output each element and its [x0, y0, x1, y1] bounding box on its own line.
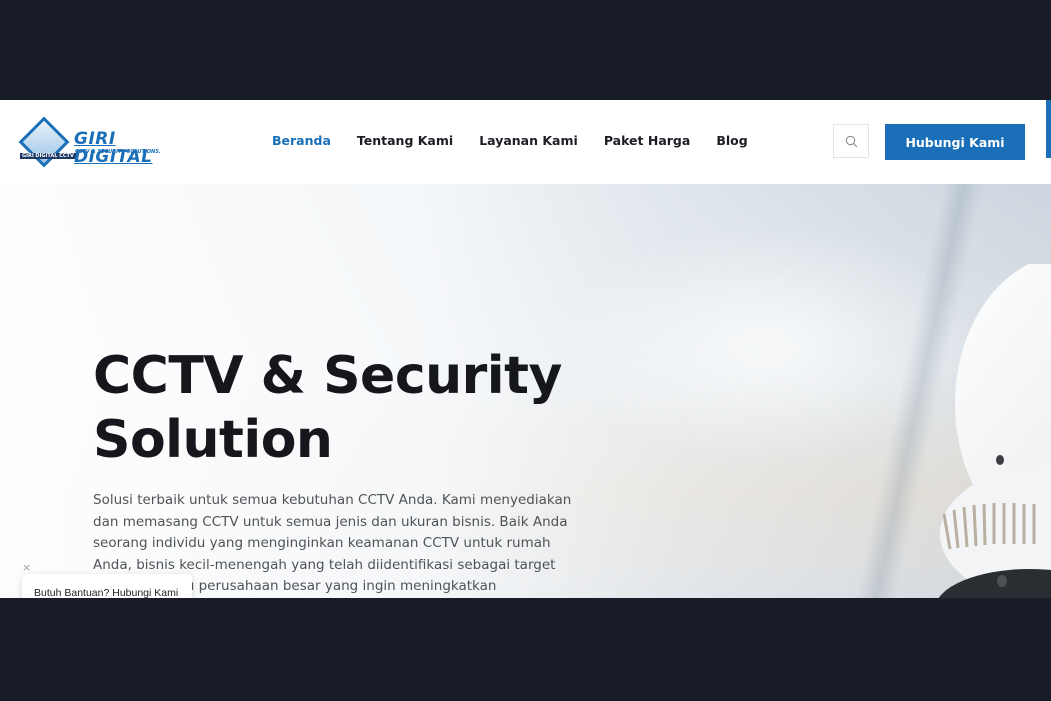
- main-nav: Beranda Tentang Kami Layanan Kami Paket …: [272, 133, 774, 148]
- whatsapp-prompt-bubble[interactable]: Butuh Bantuan? Hubungi Kami: [22, 574, 192, 598]
- site-logo[interactable]: GIRI DIGITAL CCTV GIRI DIGITAL CCTV & SE…: [18, 116, 170, 168]
- hero-title: CCTV & Security Solution: [93, 344, 613, 472]
- search-button[interactable]: [833, 124, 869, 158]
- logo-tagline: CCTV & SECURITY SOLUTIONS.: [75, 149, 161, 155]
- hero-title-line-1: CCTV & Security: [93, 346, 562, 406]
- hero-section: CCTV & Security Solution Solusi terbaik …: [0, 184, 1051, 598]
- hero-title-line-2: Solution: [93, 410, 333, 470]
- whatsapp-close-button[interactable]: ×: [22, 561, 31, 574]
- edge-accent-bar: [1046, 100, 1051, 158]
- viewport-frame: GIRI DIGITAL CCTV GIRI DIGITAL CCTV & SE…: [0, 0, 1051, 701]
- site-header: GIRI DIGITAL CCTV GIRI DIGITAL CCTV & SE…: [0, 100, 1051, 184]
- logo-diamond-icon: [18, 116, 70, 168]
- nav-item-tentang-kami[interactable]: Tentang Kami: [357, 133, 453, 148]
- cctv-camera-image: [938, 264, 1051, 598]
- logo-brand-name: GIRI DIGITAL: [74, 129, 153, 167]
- logo-badge-text: GIRI DIGITAL CCTV: [20, 153, 76, 159]
- nav-item-paket-harga[interactable]: Paket Harga: [604, 133, 691, 148]
- nav-item-layanan-kami[interactable]: Layanan Kami: [479, 133, 578, 148]
- contact-button[interactable]: Hubungi Kami: [885, 124, 1025, 160]
- website: GIRI DIGITAL CCTV GIRI DIGITAL CCTV & SE…: [0, 100, 1051, 598]
- search-icon: [845, 135, 857, 147]
- nav-item-blog[interactable]: Blog: [716, 133, 747, 148]
- nav-item-beranda[interactable]: Beranda: [272, 133, 331, 148]
